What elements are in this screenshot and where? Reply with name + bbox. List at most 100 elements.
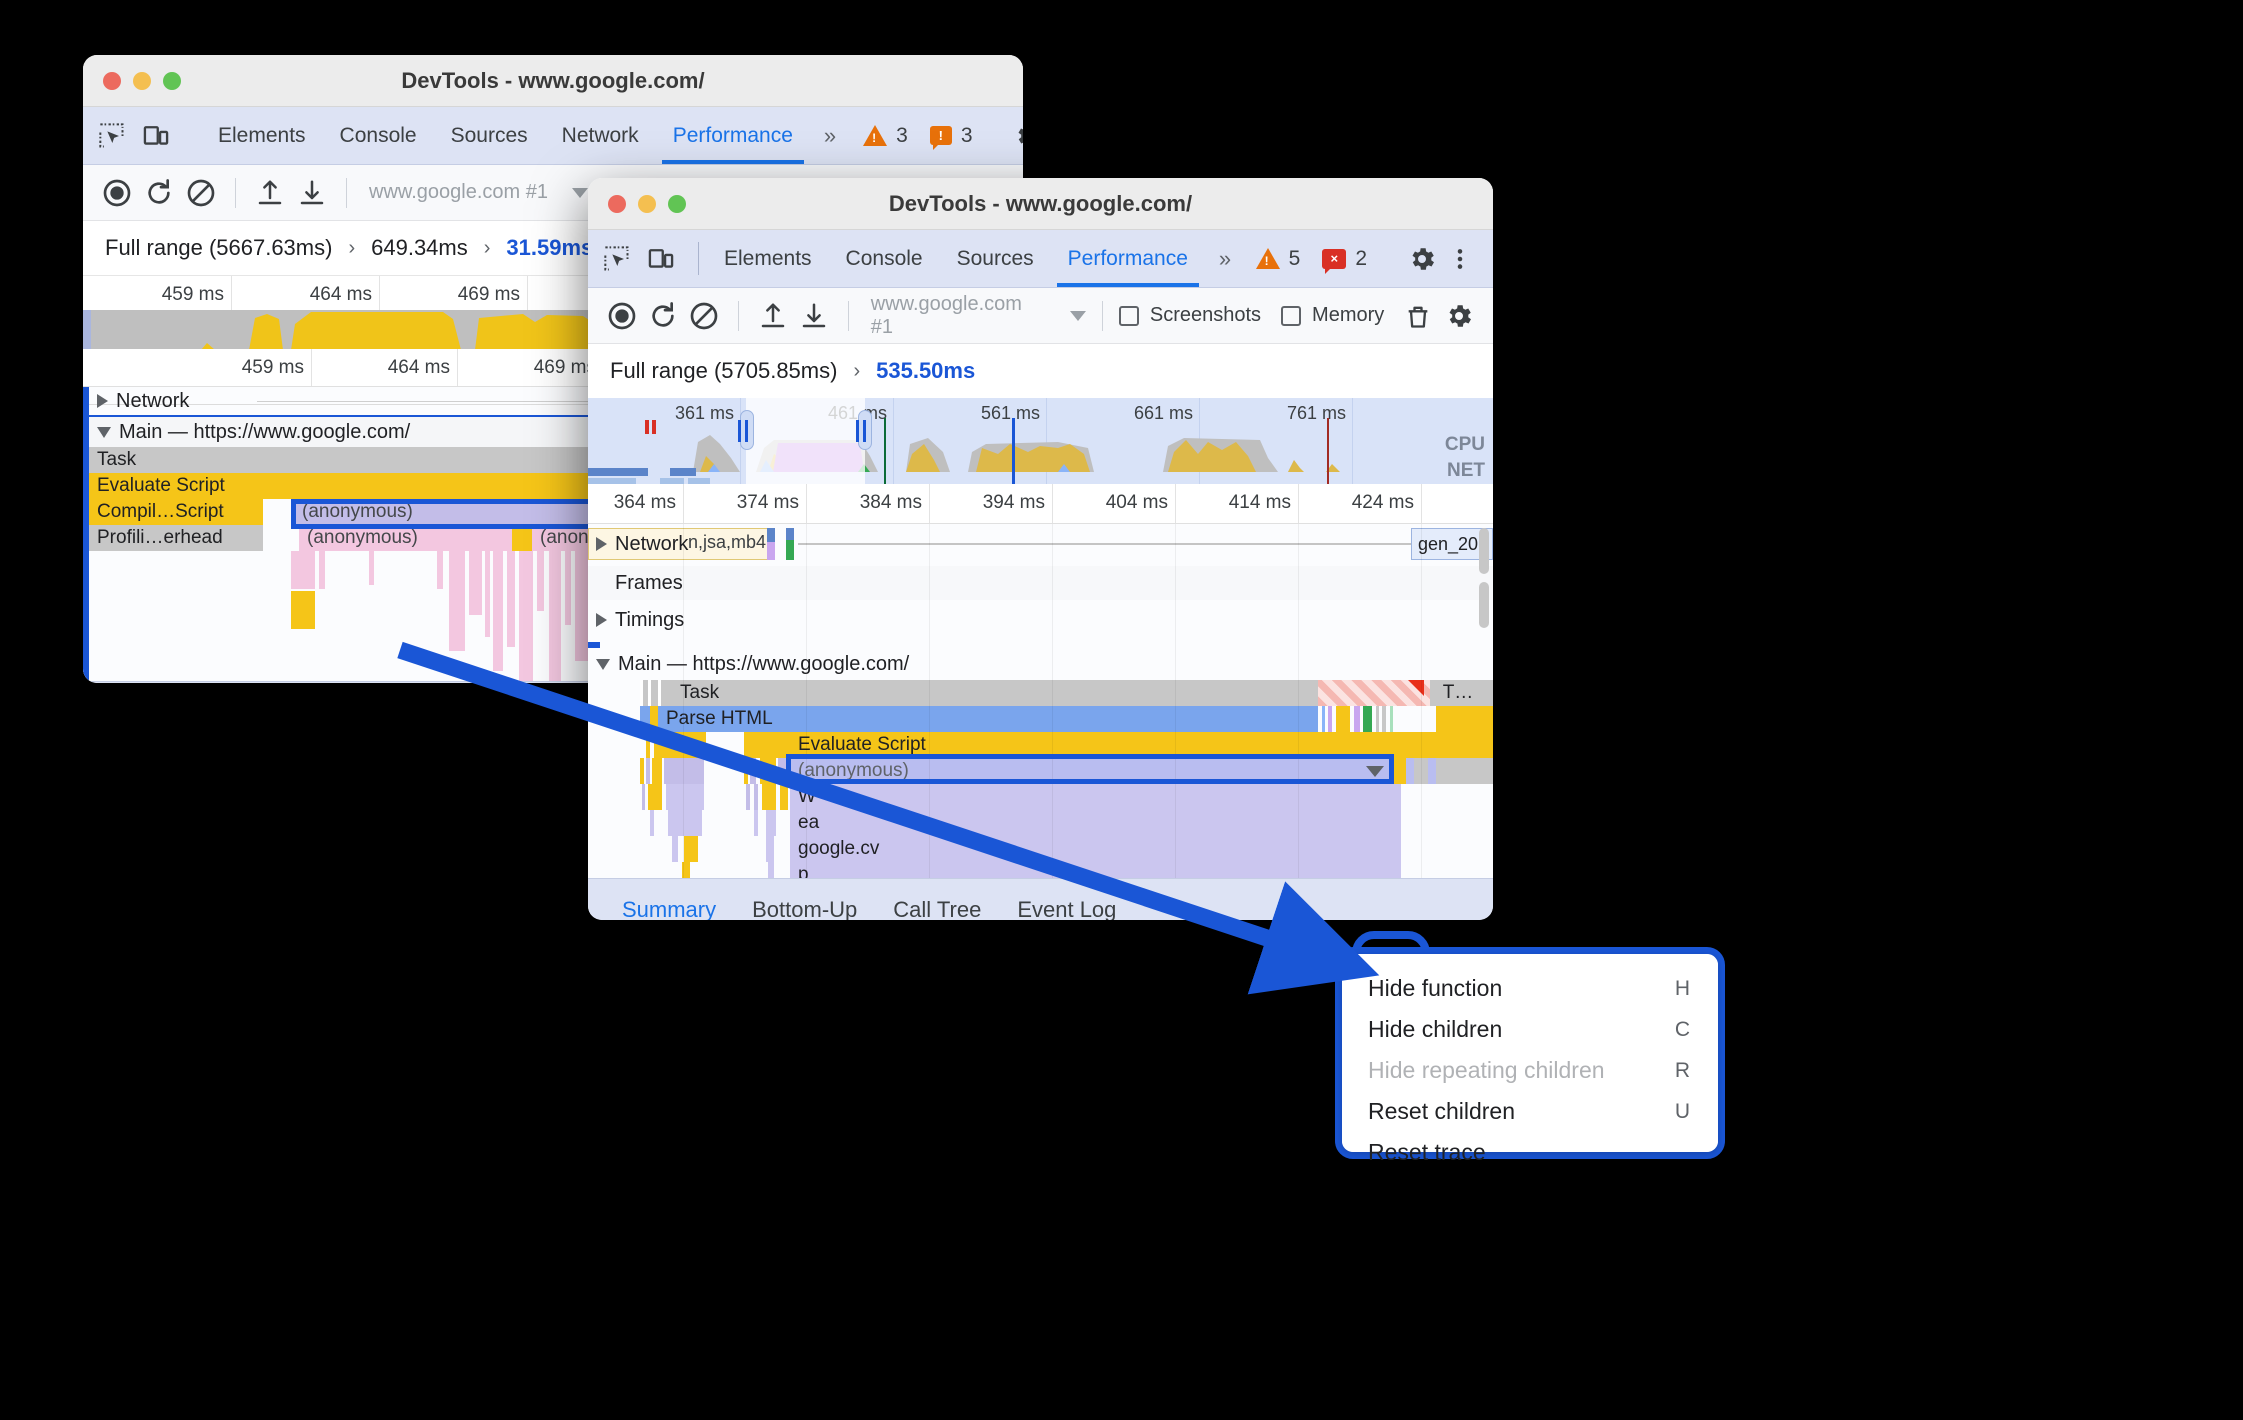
chevron-down-icon[interactable] xyxy=(1069,310,1086,321)
gear-icon[interactable] xyxy=(1407,244,1437,274)
chevron-right-icon[interactable] xyxy=(97,394,108,408)
bottom-tab-bottom-up[interactable]: Bottom-Up xyxy=(229,682,370,683)
flame-bar-ea[interactable]: ea xyxy=(790,810,1401,836)
flame-row-parse-html[interactable]: Parse HTML xyxy=(588,706,1493,732)
window2-perf-toolbar[interactable]: www.google.com #1 Screenshots Memory xyxy=(588,288,1493,344)
record-icon[interactable] xyxy=(99,175,135,211)
record-icon[interactable] xyxy=(604,298,639,334)
reload-and-record-icon[interactable] xyxy=(645,298,680,334)
window1-tabstrip[interactable]: Elements Console Sources Network Perform… xyxy=(83,107,1023,165)
warning-badge[interactable]: 3 xyxy=(856,124,915,148)
window1-inspect-tools[interactable] xyxy=(97,107,185,164)
download-icon[interactable] xyxy=(294,175,330,211)
window1-traffic-lights[interactable] xyxy=(83,71,181,90)
collect-garbage-icon[interactable] xyxy=(1400,298,1435,334)
tab-performance[interactable]: Performance xyxy=(1051,230,1205,287)
upload-icon[interactable] xyxy=(252,175,288,211)
download-icon[interactable] xyxy=(796,298,831,334)
window2-flamechart[interactable]: Network n,jsa,mb4 gen_20 Frames Timings xyxy=(588,524,1493,878)
more-options-icon[interactable] xyxy=(1445,244,1475,274)
memory-checkbox-box[interactable] xyxy=(1281,305,1302,326)
warning-badge[interactable]: 5 xyxy=(1249,247,1308,271)
flame-bar-w[interactable]: W xyxy=(790,784,1401,810)
breadcrumb-full-range[interactable]: Full range (5667.63ms) xyxy=(105,235,332,261)
track-frames[interactable]: Frames xyxy=(588,566,1493,600)
window1-tabs[interactable]: Elements Console Sources Network Perform… xyxy=(201,107,810,164)
vertical-scrollbar-thumb-2[interactable] xyxy=(1479,582,1489,628)
window2-overview[interactable]: 361 ms 461 ms 561 ms 661 ms 761 ms CPU N… xyxy=(588,398,1493,484)
context-menu-item-reset-children[interactable]: Reset children U xyxy=(1342,1091,1718,1132)
window2-breadcrumb[interactable]: Full range (5705.85ms) › 535.50ms xyxy=(588,344,1493,398)
tab-performance[interactable]: Performance xyxy=(656,107,810,164)
screenshots-checkbox-box[interactable] xyxy=(1118,305,1139,326)
error-badge[interactable]: × 2 xyxy=(1315,247,1374,274)
capture-settings-icon[interactable] xyxy=(1442,298,1477,334)
breadcrumb-level-3[interactable]: 31.59ms xyxy=(506,235,593,261)
tab-console[interactable]: Console xyxy=(829,230,940,287)
window1-titlebar[interactable]: DevTools - www.google.com/ xyxy=(83,55,1023,107)
bottom-tab-bottom-up[interactable]: Bottom-Up xyxy=(734,879,875,921)
clear-icon[interactable] xyxy=(183,175,219,211)
page-select[interactable]: www.google.com #1 xyxy=(363,181,588,204)
track-timings-label[interactable]: Timings xyxy=(588,600,684,640)
more-tabs-icon[interactable]: » xyxy=(1205,230,1243,287)
flame-row-p[interactable]: p xyxy=(588,862,1493,878)
window2-tabstrip-right[interactable]: 5 × 2 xyxy=(1249,230,1479,287)
tab-network[interactable]: Network xyxy=(545,107,656,164)
upload-icon[interactable] xyxy=(755,298,790,334)
bottom-tab-event-log[interactable]: Event Log xyxy=(999,879,1134,921)
chevron-right-icon[interactable] xyxy=(596,537,607,551)
issue-badge[interactable]: ! 3 xyxy=(923,124,980,150)
track-network[interactable]: Network n,jsa,mb4 gen_20 xyxy=(588,524,1493,564)
inspect-element-icon[interactable] xyxy=(97,121,127,151)
track-network-label[interactable]: Network xyxy=(89,387,189,415)
chevron-down-icon[interactable] xyxy=(596,658,610,670)
flame-bar-task-right[interactable]: T… xyxy=(1436,680,1480,706)
vertical-scrollbar-thumb-1[interactable] xyxy=(1479,528,1489,574)
flame-bar-p[interactable]: p xyxy=(790,862,1401,878)
gear-icon[interactable] xyxy=(1013,121,1023,151)
window2-bottom-tabs[interactable]: Summary Bottom-Up Call Tree Event Log xyxy=(588,878,1493,920)
overview-selection-window[interactable] xyxy=(746,398,865,484)
window2-inspect-tools[interactable] xyxy=(602,230,690,287)
network-chip-label[interactable]: n,jsa,mb4 xyxy=(688,532,766,553)
tab-sources[interactable]: Sources xyxy=(940,230,1051,287)
flame-row-task[interactable]: Task T… xyxy=(588,680,1493,706)
device-toolbar-icon[interactable] xyxy=(646,244,676,274)
breadcrumb-full-range[interactable]: Full range (5705.85ms) xyxy=(610,358,837,384)
tab-elements[interactable]: Elements xyxy=(201,107,323,164)
window2-tabs[interactable]: Elements Console Sources Performance » xyxy=(707,230,1243,287)
window2-titlebar[interactable]: DevTools - www.google.com/ xyxy=(588,178,1493,230)
reload-and-record-icon[interactable] xyxy=(141,175,177,211)
bottom-tab-summary[interactable]: Summary xyxy=(99,682,229,683)
page-select[interactable]: www.google.com #1 xyxy=(865,293,1086,339)
flame-row-w[interactable]: W xyxy=(588,784,1493,810)
track-frames-label[interactable]: Frames xyxy=(588,566,683,600)
flame-bar-google-cv[interactable]: google.cv xyxy=(790,836,1401,862)
memory-checkbox[interactable]: Memory xyxy=(1281,304,1384,327)
zoom-button[interactable] xyxy=(163,71,181,90)
breadcrumb-level-2[interactable]: 649.34ms xyxy=(371,235,468,261)
track-main[interactable]: Main — https://www.google.com/ xyxy=(588,648,1493,680)
chevron-down-icon[interactable] xyxy=(571,187,588,198)
tab-sources[interactable]: Sources xyxy=(434,107,545,164)
flame-bar-profiling-overhead[interactable]: Profili…erhead xyxy=(89,525,263,551)
context-menu-item-reset-trace[interactable]: Reset trace xyxy=(1342,1132,1718,1173)
clear-icon[interactable] xyxy=(687,298,722,334)
overview-left-handle[interactable] xyxy=(83,310,91,350)
zoom-button[interactable] xyxy=(668,194,686,213)
track-main-label[interactable]: Main — https://www.google.com/ xyxy=(89,417,410,447)
screenshots-checkbox[interactable]: Screenshots xyxy=(1118,304,1261,327)
track-main-label[interactable]: Main — https://www.google.com/ xyxy=(588,648,909,680)
bottom-tab-call-tree[interactable]: Call Tree xyxy=(370,682,494,683)
chevron-right-icon[interactable] xyxy=(596,613,607,627)
window2-tabstrip[interactable]: Elements Console Sources Performance » 5… xyxy=(588,230,1493,288)
flame-row-google-cv[interactable]: google.cv xyxy=(588,836,1493,862)
more-tabs-icon[interactable]: » xyxy=(810,123,848,149)
inspect-element-icon[interactable] xyxy=(602,244,632,274)
bottom-tab-call-tree[interactable]: Call Tree xyxy=(875,879,999,921)
track-timings[interactable]: Timings xyxy=(588,600,1493,640)
minimize-button[interactable] xyxy=(133,71,151,90)
close-button[interactable] xyxy=(608,194,626,213)
flame-bar-compile-script[interactable]: Compil…Script xyxy=(89,499,263,525)
